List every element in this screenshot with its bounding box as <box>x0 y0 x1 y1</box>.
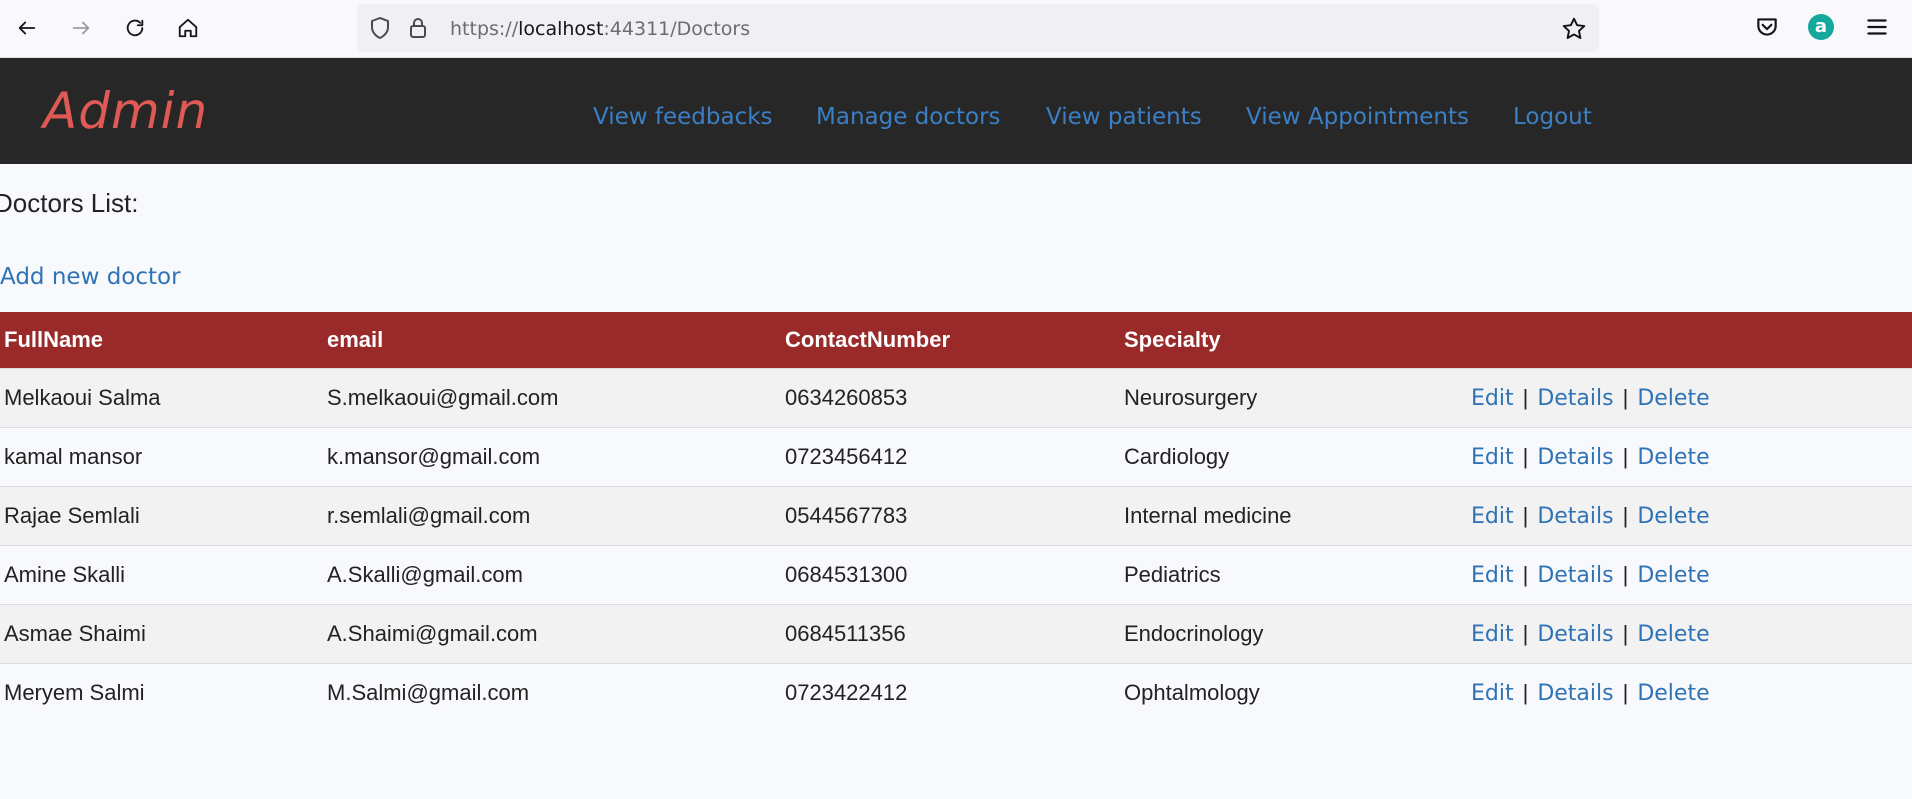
doctor-specialty: Ophtalmology <box>1120 662 1467 722</box>
brand-logo[interactable]: Admin <box>43 82 208 140</box>
details-link[interactable]: Details <box>1537 504 1613 529</box>
doctor-email: A.Skalli@gmail.com <box>323 544 781 604</box>
table-header-row: FullName email ContactNumber Specialty <box>0 312 1912 368</box>
delete-link[interactable]: Delete <box>1637 504 1709 529</box>
doctor-contact-number: 0684531300 <box>781 544 1120 604</box>
doctor-email: S.melkaoui@gmail.com <box>323 367 781 427</box>
table-row: Rajae Semlali r.semlali@gmail.com 05445677… <box>0 485 1912 545</box>
details-link[interactable]: Details <box>1537 622 1613 647</box>
details-link[interactable]: Details <box>1537 386 1613 411</box>
doctor-name: kamal mansor <box>0 426 323 486</box>
shield-icon[interactable] <box>368 16 392 40</box>
separator: | <box>1622 561 1629 587</box>
doctor-email: A.Shaimi@gmail.com <box>323 603 781 663</box>
doctors-table: FullName email ContactNumber Specialty M… <box>0 312 1912 722</box>
table-row: Amine Skalli A.Skalli@gmail.com 0684531300… <box>0 544 1912 604</box>
row-actions: Edit | Details | Delete <box>1467 367 1912 427</box>
row-actions: Edit | Details | Delete <box>1467 485 1912 545</box>
doctor-contact-number: 0544567783 <box>781 485 1120 545</box>
doctor-contact-number: 0684511356 <box>781 603 1120 663</box>
separator: | <box>1522 502 1529 528</box>
home-icon[interactable] <box>170 10 206 46</box>
details-link[interactable]: Details <box>1537 445 1613 470</box>
account-initial: a <box>1814 16 1828 37</box>
delete-link[interactable]: Delete <box>1637 622 1709 647</box>
header-specialty: Specialty <box>1120 312 1467 368</box>
separator: | <box>1522 443 1529 469</box>
doctor-specialty: Pediatrics <box>1120 544 1467 604</box>
details-link[interactable]: Details <box>1537 681 1613 706</box>
header-email: email <box>323 312 781 368</box>
separator: | <box>1522 679 1529 705</box>
table-row: Melkaoui Salma S.melkaoui@gmail.com 063426… <box>0 367 1912 427</box>
doctor-specialty: Neurosurgery <box>1120 367 1467 427</box>
table-row: Asmae Shaimi A.Shaimi@gmail.com 0684511356… <box>0 603 1912 663</box>
edit-link[interactable]: Edit <box>1471 386 1514 411</box>
header-fullname: FullName <box>0 312 323 368</box>
row-actions: Edit | Details | Delete <box>1467 426 1912 486</box>
edit-link[interactable]: Edit <box>1471 504 1514 529</box>
doctor-contact-number: 0723422412 <box>781 662 1120 722</box>
separator: | <box>1622 679 1629 705</box>
doctor-name: Amine Skalli <box>0 544 323 604</box>
separator: | <box>1622 620 1629 646</box>
separator: | <box>1522 384 1529 410</box>
nav-view-appointments[interactable]: View Appointments <box>1246 104 1469 130</box>
back-arrow-icon[interactable] <box>9 10 45 46</box>
url-text[interactable]: https://localhost:44311/Doctors <box>450 18 750 40</box>
pocket-icon[interactable] <box>1754 14 1780 40</box>
doctor-email: k.mansor@gmail.com <box>323 426 781 486</box>
doctor-name: Asmae Shaimi <box>0 603 323 663</box>
delete-link[interactable]: Delete <box>1637 386 1709 411</box>
nav-logout[interactable]: Logout <box>1513 104 1592 130</box>
edit-link[interactable]: Edit <box>1471 681 1514 706</box>
doctor-name: Meryem Salmi <box>0 662 323 722</box>
table-row: kamal mansor k.mansor@gmail.com 0723456412… <box>0 426 1912 486</box>
browser-toolbar: https://localhost:44311/Doctors a <box>0 0 1912 58</box>
row-actions: Edit | Details | Delete <box>1467 544 1912 604</box>
edit-link[interactable]: Edit <box>1471 622 1514 647</box>
star-icon[interactable] <box>1561 16 1587 42</box>
separator: | <box>1622 384 1629 410</box>
row-actions: Edit | Details | Delete <box>1467 603 1912 663</box>
table-row: Meryem Salmi M.Salmi@gmail.com 0723422412 O… <box>0 662 1912 722</box>
header-contact-number: ContactNumber <box>781 312 1120 368</box>
doctor-name: Rajae Semlali <box>0 485 323 545</box>
separator: | <box>1522 561 1529 587</box>
header-actions <box>1467 312 1912 368</box>
doctor-specialty: Internal medicine <box>1120 485 1467 545</box>
doctor-email: M.Salmi@gmail.com <box>323 662 781 722</box>
menu-icon[interactable] <box>1864 14 1890 40</box>
row-actions: Edit | Details | Delete <box>1467 662 1912 722</box>
doctor-contact-number: 0723456412 <box>781 426 1120 486</box>
edit-link[interactable]: Edit <box>1471 563 1514 588</box>
doctor-specialty: Cardiology <box>1120 426 1467 486</box>
doctor-specialty: Endocrinology <box>1120 603 1467 663</box>
address-bar[interactable]: https://localhost:44311/Doctors <box>357 4 1599 52</box>
reload-icon[interactable] <box>117 10 153 46</box>
separator: | <box>1622 502 1629 528</box>
doctor-email: r.semlali@gmail.com <box>323 485 781 545</box>
forward-arrow-icon[interactable] <box>63 10 99 46</box>
nav-view-feedbacks[interactable]: View feedbacks <box>593 104 773 130</box>
nav-view-patients[interactable]: View patients <box>1046 104 1202 130</box>
separator: | <box>1522 620 1529 646</box>
edit-link[interactable]: Edit <box>1471 445 1514 470</box>
site-navbar: Admin View feedbacks Manage doctors View… <box>0 58 1912 164</box>
delete-link[interactable]: Delete <box>1637 681 1709 706</box>
page-title: Doctors List: <box>0 188 139 218</box>
details-link[interactable]: Details <box>1537 563 1613 588</box>
separator: | <box>1622 443 1629 469</box>
lock-icon[interactable] <box>406 16 430 40</box>
delete-link[interactable]: Delete <box>1637 445 1709 470</box>
doctor-contact-number: 0634260853 <box>781 367 1120 427</box>
doctor-name: Melkaoui Salma <box>0 367 323 427</box>
nav-manage-doctors[interactable]: Manage doctors <box>816 104 1001 130</box>
account-icon[interactable]: a <box>1808 14 1834 40</box>
add-new-doctor-link[interactable]: Add new doctor <box>0 264 181 290</box>
delete-link[interactable]: Delete <box>1637 563 1709 588</box>
